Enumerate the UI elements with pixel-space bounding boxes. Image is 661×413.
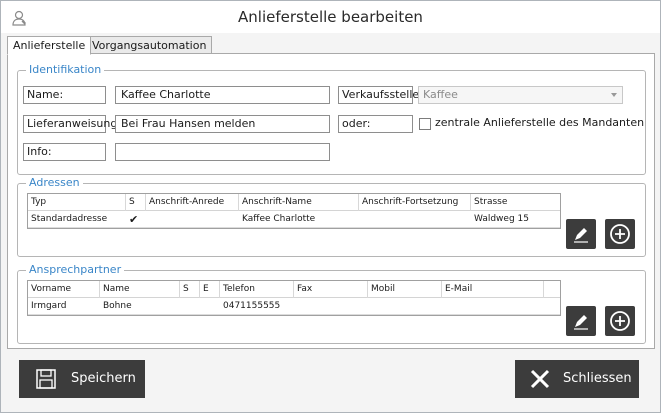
add-address-button[interactable] <box>605 219 635 249</box>
column-s[interactable]: S <box>126 194 146 211</box>
cell-email <box>442 299 544 314</box>
cell-mobil <box>368 299 442 314</box>
edit-address-button[interactable] <box>566 219 596 249</box>
zentrale-checkbox[interactable] <box>419 118 431 130</box>
close-x-icon <box>530 369 550 389</box>
dialog-window: Anlieferstelle bearbeiten Anlieferstelle… <box>0 0 661 413</box>
ansprechpartner-group: Ansprechpartner Vorname Name S E Telefon… <box>17 263 646 344</box>
verkaufsstelle-select[interactable]: Kaffee <box>418 86 623 104</box>
cell-anrede <box>146 212 239 227</box>
lieferanweisung-input[interactable]: Bei Frau Hansen melden <box>115 115 330 133</box>
name-input[interactable]: Kaffee Charlotte <box>115 86 330 104</box>
chevron-down-icon <box>611 93 617 97</box>
column-typ[interactable]: Typ <box>28 194 126 211</box>
plus-circle-icon <box>610 311 630 331</box>
identifikation-group: Identifikation Name: Kaffee Charlotte Li… <box>17 63 646 175</box>
cell-anschrift-name: Kaffee Charlotte <box>242 214 316 224</box>
name-label: Name: <box>23 86 106 104</box>
ansprechpartner-table[interactable]: Vorname Name S E Telefon Fax Mobil E-Mai… <box>27 280 561 316</box>
ansprechpartner-title: Ansprechpartner <box>26 263 125 277</box>
cell-name: Bohne <box>103 301 132 311</box>
column-s[interactable]: S <box>180 281 200 298</box>
edit-contact-button[interactable] <box>566 306 596 336</box>
cell-strasse: Waldweg 15 <box>474 214 529 224</box>
cell-vorname: Irmgard <box>31 301 67 311</box>
table-row[interactable]: Irmgard Bohne 0471155555 <box>28 299 560 315</box>
oder-label: oder: <box>338 115 413 133</box>
plus-circle-icon <box>610 224 630 244</box>
cell-e <box>200 299 220 314</box>
column-anschrift-fortsetzung[interactable]: Anschrift-Fortsetzung <box>359 194 471 211</box>
cell-fax <box>294 299 368 314</box>
tab-anlieferstelle[interactable]: Anlieferstelle <box>7 36 92 55</box>
title-bar: Anlieferstelle bearbeiten <box>1 1 660 33</box>
add-contact-button[interactable] <box>605 306 635 336</box>
cell-telefon: 0471155555 <box>223 301 281 311</box>
verkaufsstelle-label: Verkaufsstelle: <box>338 86 423 104</box>
column-anschrift-anrede[interactable]: Anschrift-Anrede <box>146 194 239 211</box>
cell-typ: Standardadresse <box>31 214 108 224</box>
pencil-icon <box>574 315 588 330</box>
tab-vorgangsautomation[interactable]: Vorgangsautomation <box>86 36 213 54</box>
column-fax[interactable]: Fax <box>294 281 368 298</box>
lieferanweisung-label: Lieferanweisung: <box>23 115 121 133</box>
info-input[interactable] <box>115 143 330 161</box>
adressen-group: Adressen Typ S Anschrift-Anrede Anschrif… <box>17 176 646 257</box>
pencil-icon <box>574 228 588 243</box>
info-label: Info: <box>23 143 106 161</box>
close-button-label: Schliessen <box>563 371 632 386</box>
adressen-title: Adressen <box>26 176 83 190</box>
column-anschrift-name[interactable]: Anschrift-Name <box>239 194 359 211</box>
close-button[interactable]: Schliessen <box>515 360 639 398</box>
column-vorname[interactable]: Vorname <box>28 281 100 298</box>
tab-panel: Identifikation Name: Kaffee Charlotte Li… <box>7 53 655 349</box>
column-strasse[interactable]: Strasse <box>471 194 560 211</box>
table-row[interactable]: Standardadresse ✔ Kaffee Charlotte Waldw… <box>28 212 560 228</box>
column-e[interactable]: E <box>200 281 220 298</box>
cell-fortsetzung <box>359 212 471 227</box>
column-telefon[interactable]: Telefon <box>220 281 294 298</box>
column-name[interactable]: Name <box>100 281 180 298</box>
floppy-disk-icon <box>36 369 56 389</box>
checkmark-icon: ✔ <box>129 213 139 226</box>
column-mobil[interactable]: Mobil <box>368 281 442 298</box>
save-button[interactable]: Speichern <box>19 360 145 398</box>
zentrale-checkbox-label: zentrale Anlieferstelle des Mandanten <box>435 116 645 129</box>
verkaufsstelle-value: Kaffee <box>423 88 458 101</box>
save-button-label: Speichern <box>71 371 136 386</box>
window-title: Anlieferstelle bearbeiten <box>238 8 423 26</box>
adressen-table[interactable]: Typ S Anschrift-Anrede Anschrift-Name An… <box>27 193 561 229</box>
adressen-table-header: Typ S Anschrift-Anrede Anschrift-Name An… <box>28 194 560 211</box>
column-email[interactable]: E-Mail <box>442 281 544 298</box>
ansprechpartner-table-header: Vorname Name S E Telefon Fax Mobil E-Mai… <box>28 281 560 298</box>
cell-s <box>180 299 200 314</box>
identifikation-title: Identifikation <box>26 63 105 77</box>
